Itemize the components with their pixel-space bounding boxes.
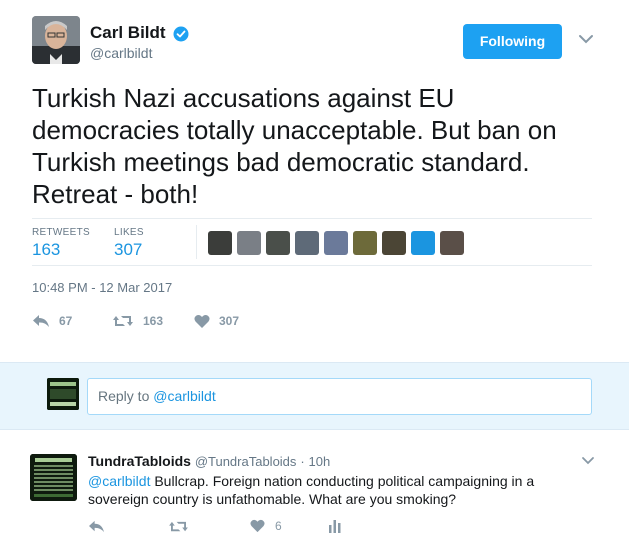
like-count: 307 xyxy=(219,314,240,328)
liker-avatar[interactable] xyxy=(440,231,464,255)
verified-badge-icon xyxy=(173,26,189,42)
liker-avatar[interactable] xyxy=(237,231,261,255)
tweet-timestamp[interactable]: 10:48 PM - 12 Mar 2017 xyxy=(32,280,172,295)
retweets-stat[interactable]: RETWEETS 163 xyxy=(32,227,90,260)
likes-label: LIKES xyxy=(114,227,144,238)
author-handle[interactable]: @carlbildt xyxy=(90,45,152,61)
reply-separator: · xyxy=(300,454,305,469)
liker-avatar[interactable] xyxy=(382,231,406,255)
reply-placeholder-mention: @carlbildt xyxy=(153,388,216,404)
stats-divider xyxy=(196,225,197,259)
reply-placeholder-prefix: Reply to xyxy=(98,388,150,404)
retweet-icon xyxy=(113,316,133,326)
analytics-icon xyxy=(329,520,341,533)
reply-count: 67 xyxy=(59,314,73,328)
reply-time[interactable]: 10h xyxy=(309,454,331,469)
reply-author-handle[interactable]: @TundraTabloids xyxy=(195,454,297,469)
reply-icon xyxy=(89,520,104,532)
heart-icon xyxy=(250,519,265,533)
reply-icon xyxy=(33,315,49,327)
tweet-text: Turkish Nazi accusations against EU demo… xyxy=(32,83,557,209)
reply-author-avatar[interactable] xyxy=(30,454,77,501)
reply-mention[interactable]: @carlbildt xyxy=(88,473,150,489)
reply-text: @carlbildt Bullcrap. Foreign nation cond… xyxy=(88,472,558,508)
retweets-count: 163 xyxy=(32,240,61,259)
heart-icon xyxy=(194,314,210,328)
reply-reply-button[interactable] xyxy=(88,518,115,534)
reply-tweet[interactable]: TundraTabloids @TundraTabloids · 10h @ca… xyxy=(0,442,629,534)
reply-body: Bullcrap. Foreign nation conducting poli… xyxy=(88,473,535,507)
reply-composer: Reply to @carlbildt xyxy=(0,362,629,430)
following-button[interactable]: Following xyxy=(463,24,562,59)
retweet-button[interactable]: 163 xyxy=(112,312,163,330)
analytics-button[interactable] xyxy=(328,518,352,534)
reply-button[interactable]: 67 xyxy=(32,312,72,330)
reply-header: TundraTabloids @TundraTabloids · 10h xyxy=(88,453,330,469)
reply-retweet-button[interactable] xyxy=(168,518,199,534)
reply-author-name[interactable]: TundraTabloids xyxy=(88,453,191,469)
reply-input[interactable]: Reply to @carlbildt xyxy=(87,378,592,415)
tweet-stats: RETWEETS 163 LIKES 307 xyxy=(32,218,592,266)
liker-avatars xyxy=(208,231,469,255)
reply-like-count: 6 xyxy=(275,519,282,533)
liker-avatar[interactable] xyxy=(208,231,232,255)
user-avatar xyxy=(47,378,79,410)
main-tweet: Carl Bildt @carlbildt Following Turkish … xyxy=(0,0,629,362)
liker-avatar[interactable] xyxy=(295,231,319,255)
like-button[interactable]: 307 xyxy=(194,312,239,330)
chevron-down-icon[interactable] xyxy=(578,33,594,45)
liker-avatar[interactable] xyxy=(324,231,348,255)
liker-avatar[interactable] xyxy=(411,231,435,255)
author-avatar[interactable] xyxy=(32,16,80,64)
retweets-label: RETWEETS xyxy=(32,227,90,238)
liker-avatar[interactable] xyxy=(266,231,290,255)
author-name[interactable]: Carl Bildt xyxy=(90,23,166,43)
likes-stat[interactable]: LIKES 307 xyxy=(114,227,144,260)
retweet-count: 163 xyxy=(143,314,164,328)
likes-count: 307 xyxy=(114,240,143,259)
reply-like-button[interactable]: 6 xyxy=(250,518,282,534)
liker-avatar[interactable] xyxy=(353,231,377,255)
chevron-down-icon[interactable] xyxy=(581,456,595,466)
retweet-icon xyxy=(169,521,188,531)
